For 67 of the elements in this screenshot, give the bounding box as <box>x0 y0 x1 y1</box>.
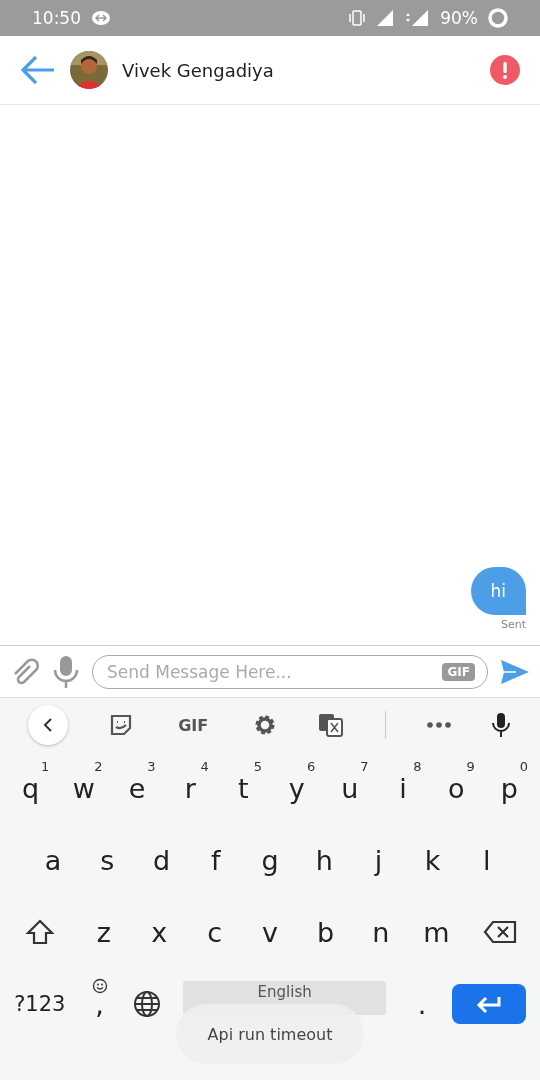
key-hint: 0 <box>519 760 529 773</box>
key-hint: 9 <box>466 760 475 773</box>
timeout-toast: Api run timeout <box>176 1004 364 1064</box>
key[interactable]: a <box>26 832 81 888</box>
key[interactable]: m <box>408 904 464 960</box>
more-icon[interactable] <box>426 722 451 728</box>
key[interactable]: q 1 <box>4 760 58 816</box>
comma-key[interactable]: , <box>75 976 124 1032</box>
back-arrow-icon[interactable] <box>20 55 56 85</box>
battery-icon <box>488 8 508 28</box>
contact-name: Vivek Gengadiya <box>122 59 274 81</box>
signal-icon <box>376 9 395 27</box>
settings-icon[interactable] <box>253 713 277 737</box>
signal-icon <box>404 9 431 27</box>
key[interactable]: t 5 <box>216 760 270 816</box>
key-hint: 2 <box>94 760 103 773</box>
enter-icon <box>475 995 502 1013</box>
microphone-icon[interactable] <box>491 712 512 738</box>
key[interactable]: h <box>297 832 352 888</box>
shift-icon <box>25 918 55 946</box>
key-hint: 8 <box>413 760 422 773</box>
symbols-key[interactable]: ?123 <box>4 976 76 1032</box>
key[interactable]: l <box>459 832 514 888</box>
translate-icon[interactable] <box>317 713 344 737</box>
sticker-icon[interactable] <box>109 713 134 737</box>
key-hint: 1 <box>40 760 50 773</box>
key-hint: 7 <box>360 760 369 773</box>
collapse-button[interactable] <box>28 705 69 745</box>
key-hint: 5 <box>253 760 262 773</box>
globe-icon <box>133 990 162 1018</box>
alert-icon[interactable] <box>490 55 520 85</box>
key[interactable]: v <box>242 904 298 960</box>
data-saver-icon <box>91 10 111 26</box>
gif-button[interactable]: GIF <box>174 711 213 739</box>
enter-key[interactable] <box>451 984 526 1024</box>
key[interactable]: n <box>353 904 409 960</box>
smiley-icon <box>91 978 108 994</box>
key[interactable]: i 8 <box>376 760 430 816</box>
key[interactable]: x <box>131 904 187 960</box>
chevron-left-icon <box>42 717 55 733</box>
key[interactable]: j <box>351 832 406 888</box>
key[interactable]: p 0 <box>482 760 537 816</box>
key[interactable]: b <box>297 904 354 960</box>
key[interactable]: r 4 <box>163 760 217 816</box>
key[interactable]: e 3 <box>110 760 164 816</box>
key[interactable]: w 2 <box>57 760 111 816</box>
key[interactable]: y 6 <box>270 760 324 816</box>
key[interactable]: d <box>134 832 189 888</box>
message-bubble: hi <box>470 567 526 615</box>
key[interactable]: . <box>398 976 446 1032</box>
key[interactable]: s <box>80 832 135 888</box>
backspace-icon <box>483 920 517 944</box>
send-icon[interactable] <box>500 658 530 685</box>
key[interactable]: c <box>186 904 243 960</box>
key-hint: 3 <box>147 760 156 773</box>
key[interactable]: u 7 <box>323 760 377 816</box>
key-hint: 6 <box>306 760 316 773</box>
battery-percent: 90% <box>440 8 478 28</box>
message-status: Sent <box>500 618 526 631</box>
key[interactable]: f <box>188 832 243 888</box>
key[interactable]: z <box>76 904 132 960</box>
key[interactable]: k <box>405 832 460 888</box>
clock: 10:50 <box>32 8 81 28</box>
key[interactable]: o 9 <box>429 760 483 816</box>
vibrate-icon <box>348 9 367 27</box>
key-hint: 4 <box>200 760 209 773</box>
key[interactable]: g <box>242 832 298 888</box>
